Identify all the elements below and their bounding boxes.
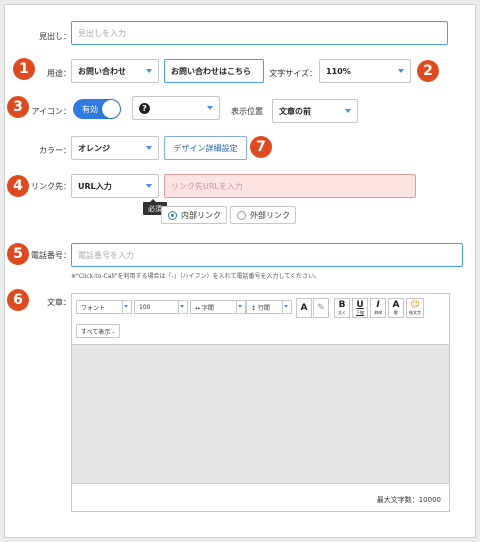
background-color-icon: A <box>392 300 400 310</box>
bold-icon: B <box>338 300 346 310</box>
icon-toggle[interactable]: 有効 <box>73 99 121 119</box>
design-settings-button[interactable]: デザイン詳細設定 <box>164 136 247 160</box>
bold-caption: 太く <box>338 310 346 315</box>
badge-7: 7 <box>250 136 272 158</box>
letter-spacing-value: ↔ 字間 <box>195 304 214 312</box>
editor-content-area[interactable] <box>72 344 449 484</box>
badge-5: 5 <box>7 243 29 265</box>
underline-button[interactable]: U 下線 <box>352 298 368 318</box>
link-url-input[interactable]: リンク先URLを入力 <box>164 174 416 198</box>
font-size-value: 110% <box>326 66 351 76</box>
font-size-label: 文字サイズ： <box>269 69 317 78</box>
chevron-down-icon <box>146 146 152 150</box>
heading-label: 見出し： <box>39 32 71 41</box>
badge-3: 3 <box>7 96 29 118</box>
purpose-select-value: お問い合わせ <box>78 66 126 76</box>
underline-caption: 下線 <box>356 310 364 315</box>
purpose-label: 用途： <box>47 69 71 78</box>
display-position-value: 文章の前 <box>279 106 311 116</box>
size-select-value: 100 <box>139 303 151 311</box>
background-caption: 影 <box>394 310 398 315</box>
heading-input[interactable]: 見出しを入力 <box>71 21 448 45</box>
text-color-icon: A <box>300 302 308 313</box>
phone-note: ※"Click-to-Call"を利用する場合は「-」（ハイフン）を入れて電話番… <box>71 273 321 280</box>
chevron-down-icon <box>207 106 213 110</box>
italic-button[interactable]: I 斜体 <box>370 298 386 318</box>
chevron-down-icon <box>122 301 129 313</box>
body-text-label: 文章： <box>47 298 71 307</box>
show-all-button[interactable]: すべて表示 – <box>76 324 120 338</box>
phone-input[interactable]: 電話番号を入力 <box>71 243 463 267</box>
chevron-down-icon <box>146 184 152 188</box>
chevron-down-icon <box>146 69 152 73</box>
color-select[interactable]: オレンジ <box>71 136 159 160</box>
chevron-down-icon <box>236 301 243 313</box>
color-label: カラー： <box>39 146 71 155</box>
italic-caption: 斜体 <box>374 310 382 315</box>
font-size-select[interactable]: 110% <box>319 59 411 83</box>
italic-icon: I <box>376 300 380 310</box>
pen-icon: ✎ <box>317 302 325 313</box>
chevron-down-icon <box>398 69 404 73</box>
toggle-label: 有効 <box>82 105 98 114</box>
display-position-label: 表示位置 <box>231 107 263 116</box>
background-color-button[interactable]: A 影 <box>388 298 404 318</box>
link-label: リンク先： <box>31 182 71 191</box>
internal-link-label: 内部リンク <box>181 210 221 220</box>
text-color-button[interactable]: A <box>296 298 312 318</box>
external-link-label: 外部リンク <box>250 210 290 220</box>
emoji-button[interactable]: ☺ 絵文字 <box>406 298 424 318</box>
phone-label: 電話番号： <box>31 251 71 260</box>
chevron-down-icon <box>282 301 289 313</box>
icon-label: アイコン： <box>31 107 71 116</box>
highlight-button[interactable]: ✎ <box>313 298 329 318</box>
icon-select[interactable]: ? <box>132 96 220 120</box>
underline-icon: U <box>356 300 364 310</box>
purpose-select[interactable]: お問い合わせ <box>71 59 159 83</box>
purpose-text-input[interactable]: お問い合わせはこちら <box>164 59 264 83</box>
emoji-icon: ☺ <box>410 300 420 310</box>
color-value: オレンジ <box>78 143 110 153</box>
char-limit: 最大文字数：10000 <box>376 496 441 504</box>
letter-spacing-select[interactable]: ↔ 字間 <box>190 300 246 314</box>
font-select-value: フォント <box>81 304 106 312</box>
question-icon: ? <box>139 102 150 114</box>
line-height-select[interactable]: ↕ 行間 <box>246 300 292 314</box>
chevron-down-icon <box>178 301 185 313</box>
display-position-select[interactable]: 文章の前 <box>272 99 358 123</box>
toggle-knob <box>102 100 120 118</box>
radio-unchecked-icon <box>237 210 246 220</box>
badge-6: 6 <box>7 289 29 311</box>
radio-checked-icon <box>168 210 177 220</box>
emoji-caption: 絵文字 <box>409 310 421 315</box>
font-select[interactable]: フォント <box>76 300 132 314</box>
chevron-down-icon <box>345 109 351 113</box>
badge-2: 2 <box>417 60 439 82</box>
settings-panel: 見出し： 見出しを入力 1 用途： お問い合わせ お問い合わせはこちら 文字サイ… <box>4 4 476 538</box>
size-select[interactable]: 100 <box>134 300 188 314</box>
tooltip-arrow <box>150 199 156 202</box>
internal-link-radio[interactable]: 内部リンク <box>161 206 227 224</box>
rich-text-editor: フォント 100 ↔ 字間 ↕ 行間 A ✎ B 太く U 下線 I 斜体 A … <box>71 293 450 512</box>
link-type-select[interactable]: URL入力 <box>71 174 159 198</box>
link-type-value: URL入力 <box>78 181 112 191</box>
badge-1: 1 <box>13 58 35 80</box>
badge-4: 4 <box>7 175 29 197</box>
line-height-value: ↕ 行間 <box>251 304 270 312</box>
external-link-radio[interactable]: 外部リンク <box>230 206 296 224</box>
bold-button[interactable]: B 太く <box>334 298 350 318</box>
